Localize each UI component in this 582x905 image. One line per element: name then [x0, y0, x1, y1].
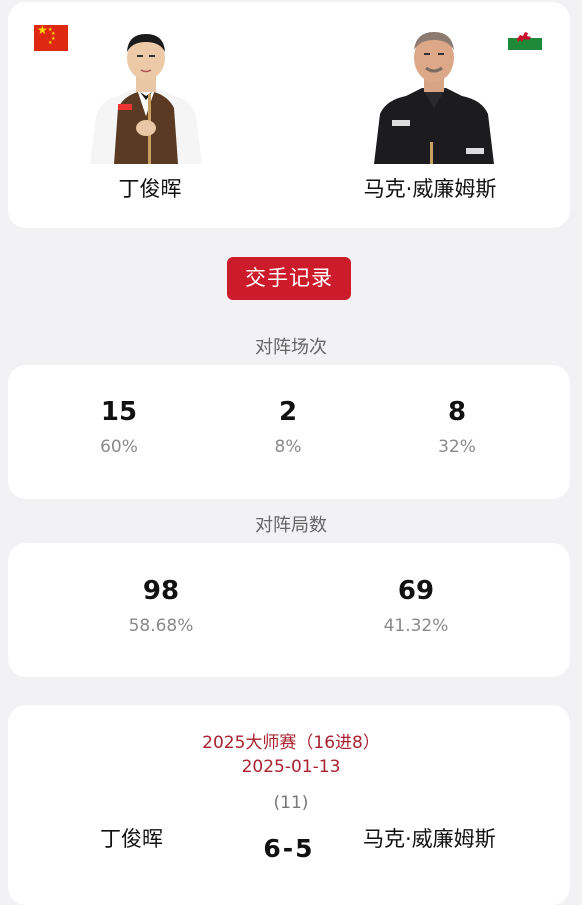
left-player-name: 丁俊晖 [118, 177, 182, 201]
head-to-head-button[interactable]: 交手记录 [227, 257, 351, 300]
draws-stat: 2 8% [218, 397, 358, 457]
match-right-player: 马克·威廉姆斯 [363, 827, 496, 851]
frames-section-label: 对阵局数 [255, 515, 327, 536]
left-frames-count: 98 [142, 576, 180, 606]
right-frames-count: 69 [397, 576, 435, 606]
right-wins-percent: 32% [438, 437, 476, 457]
right-wins-stat: 8 32% [387, 397, 527, 457]
mark-williams-photo [374, 32, 494, 164]
match-info: 2025大师赛（16进8） 2025-01-13 [0, 731, 582, 779]
left-wins-count: 15 [100, 397, 138, 427]
match-date: 2025-01-13 [241, 757, 341, 777]
matches-section-label: 对阵场次 [255, 337, 327, 358]
draws-percent: 8% [274, 437, 302, 457]
match-score: 6-5 [263, 834, 315, 863]
event-name: 2025大师赛（16进8） [202, 733, 380, 753]
frames-played: (11) [273, 793, 309, 813]
right-frames-stat: 69 41.32% [346, 576, 486, 636]
draws-count: 2 [278, 397, 298, 427]
china-flag-icon: ★ ★ ★ ★ ★ [34, 23, 68, 51]
left-frames-percent: 58.68% [128, 616, 194, 636]
wales-flag-icon [508, 26, 542, 50]
match-left-player: 丁俊晖 [100, 827, 163, 851]
ding-junhui-photo [90, 34, 202, 164]
right-wins-count: 8 [447, 397, 467, 427]
left-frames-stat: 98 58.68% [91, 576, 231, 636]
left-wins-percent: 60% [100, 437, 138, 457]
right-frames-percent: 41.32% [383, 616, 449, 636]
left-wins-stat: 15 60% [49, 397, 189, 457]
right-player-name: 马克·威廉姆斯 [363, 177, 497, 201]
